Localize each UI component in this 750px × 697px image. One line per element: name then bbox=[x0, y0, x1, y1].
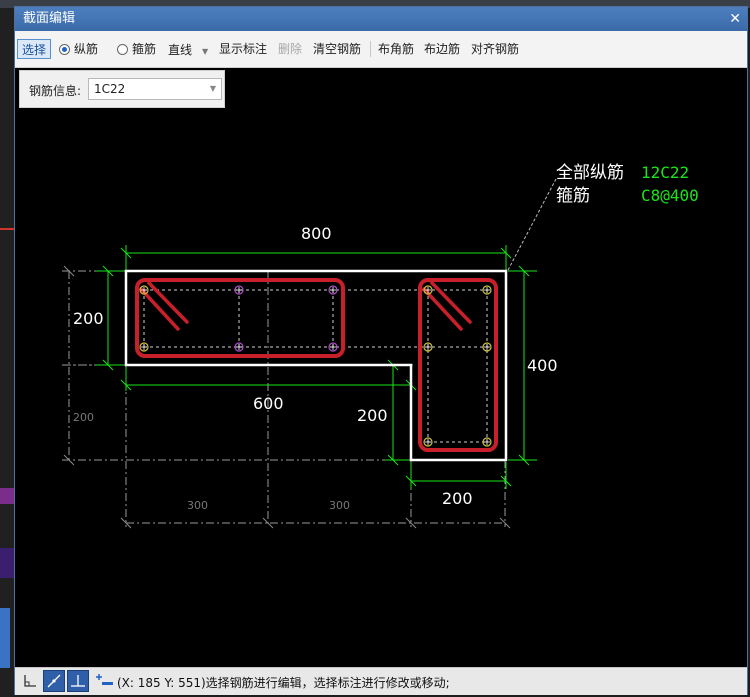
status-bar: (X: 185 Y: 551)选择钢筋进行编辑，选择标注进行修改或移动; bbox=[15, 667, 747, 695]
all-longitudinal-label[interactable]: 全部纵筋 bbox=[556, 163, 624, 183]
side-rebar-button[interactable]: 布边筋 bbox=[424, 39, 460, 59]
stirrup-label: 箍筋 bbox=[132, 42, 157, 56]
dim-text-800[interactable]: 800 bbox=[301, 224, 332, 243]
dialog-titlebar: 截面编辑 ✕ bbox=[15, 7, 747, 31]
section-edit-dialog: 截面编辑 ✕ 选择 纵筋 箍筋 直线 ▼ 显示标注 删除 清空钢筋 布角筋 布边筋… bbox=[14, 6, 748, 695]
rebar-info-panel: 钢筋信息: 1C22 ▼ bbox=[19, 70, 225, 108]
drawing-canvas[interactable]: 800 200 600 200 400 200 200 300 300 全部纵筋… bbox=[15, 67, 747, 667]
background-marker bbox=[0, 228, 14, 230]
line-type-value: 直线 bbox=[168, 43, 193, 57]
rebar-info-label: 钢筋信息: bbox=[29, 84, 82, 98]
dropdown-arrow-icon: ▼ bbox=[209, 84, 216, 93]
stirrup-annotation-label[interactable]: 箍筋 bbox=[556, 186, 590, 206]
background-window-left bbox=[0, 8, 14, 697]
dialog-title: 截面编辑 bbox=[23, 11, 76, 26]
background-marker bbox=[0, 608, 10, 668]
dim-text-200-bottom[interactable]: 200 bbox=[442, 489, 473, 508]
close-icon[interactable]: ✕ bbox=[729, 7, 741, 31]
dropdown-arrow-icon: ▼ bbox=[202, 47, 209, 56]
rebar-info-value: 1C22 bbox=[94, 82, 126, 96]
snap-perpendicular-icon[interactable] bbox=[67, 670, 89, 692]
axis-text-200: 200 bbox=[73, 411, 94, 424]
longitudinal-label: 纵筋 bbox=[74, 42, 99, 56]
rebar-info-combobox[interactable]: 1C22 ▼ bbox=[88, 78, 222, 100]
clear-rebar-button[interactable]: 清空钢筋 bbox=[313, 39, 361, 59]
status-text: (X: 185 Y: 551)选择钢筋进行编辑，选择标注进行修改或移动; bbox=[117, 676, 450, 690]
dim-text-400[interactable]: 400 bbox=[527, 356, 558, 375]
background-marker bbox=[0, 548, 14, 578]
show-dims-button[interactable]: 显示标注 bbox=[219, 39, 267, 59]
toolbar: 选择 纵筋 箍筋 直线 ▼ 显示标注 删除 清空钢筋 布角筋 布边筋 对齐钢筋 bbox=[15, 31, 747, 68]
delete-button[interactable]: 删除 bbox=[278, 39, 302, 59]
radio-checked-icon bbox=[59, 44, 70, 55]
stirrup-annotation-value[interactable]: C8@400 bbox=[641, 186, 699, 205]
corner-rebar-button[interactable]: 布角筋 bbox=[378, 39, 414, 59]
toolbar-separator bbox=[370, 41, 371, 57]
radio-unchecked-icon bbox=[117, 44, 128, 55]
dim-text-600[interactable]: 600 bbox=[253, 394, 284, 413]
align-rebar-button[interactable]: 对齐钢筋 bbox=[471, 39, 519, 59]
line-type-dropdown[interactable]: 直线 ▼ bbox=[167, 39, 209, 61]
background-marker bbox=[0, 488, 14, 504]
snap-offset-icon[interactable] bbox=[93, 670, 115, 692]
axis-text-300-b: 300 bbox=[329, 499, 350, 512]
dim-text-200-inner[interactable]: 200 bbox=[357, 406, 388, 425]
dim-text-200-left[interactable]: 200 bbox=[73, 309, 104, 328]
stirrup-right[interactable] bbox=[418, 278, 498, 452]
stirrup-radio[interactable]: 箍筋 bbox=[117, 39, 156, 59]
section-drawing[interactable]: 800 200 600 200 400 200 200 300 300 全部纵筋… bbox=[15, 67, 747, 667]
ortho-mode-icon[interactable] bbox=[19, 670, 41, 692]
longitudinal-radio[interactable]: 纵筋 bbox=[59, 39, 98, 59]
axis-text-300-a: 300 bbox=[187, 499, 208, 512]
select-button[interactable]: 选择 bbox=[17, 39, 51, 59]
snap-line-icon[interactable] bbox=[43, 670, 65, 692]
all-longitudinal-value[interactable]: 12C22 bbox=[641, 163, 689, 182]
annotation-leader-line bbox=[507, 178, 557, 271]
